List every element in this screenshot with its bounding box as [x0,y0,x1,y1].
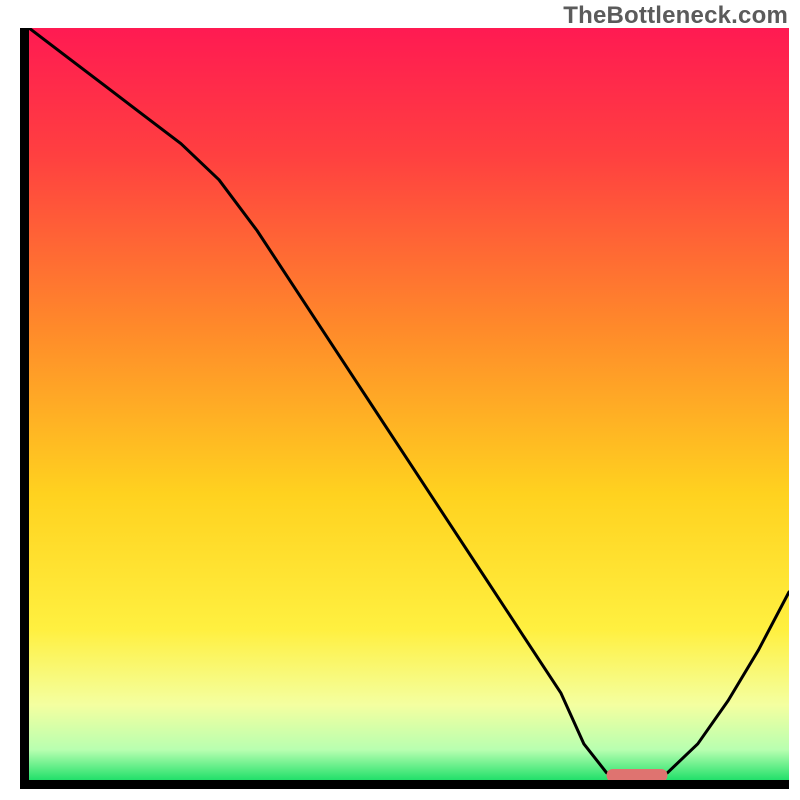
plot-svg [29,28,789,780]
chart-frame: TheBottleneck.com [0,0,800,800]
gradient-background [29,28,789,780]
optimal-range-marker [607,769,668,780]
watermark-text: TheBottleneck.com [563,2,788,30]
plot-area [20,28,789,789]
